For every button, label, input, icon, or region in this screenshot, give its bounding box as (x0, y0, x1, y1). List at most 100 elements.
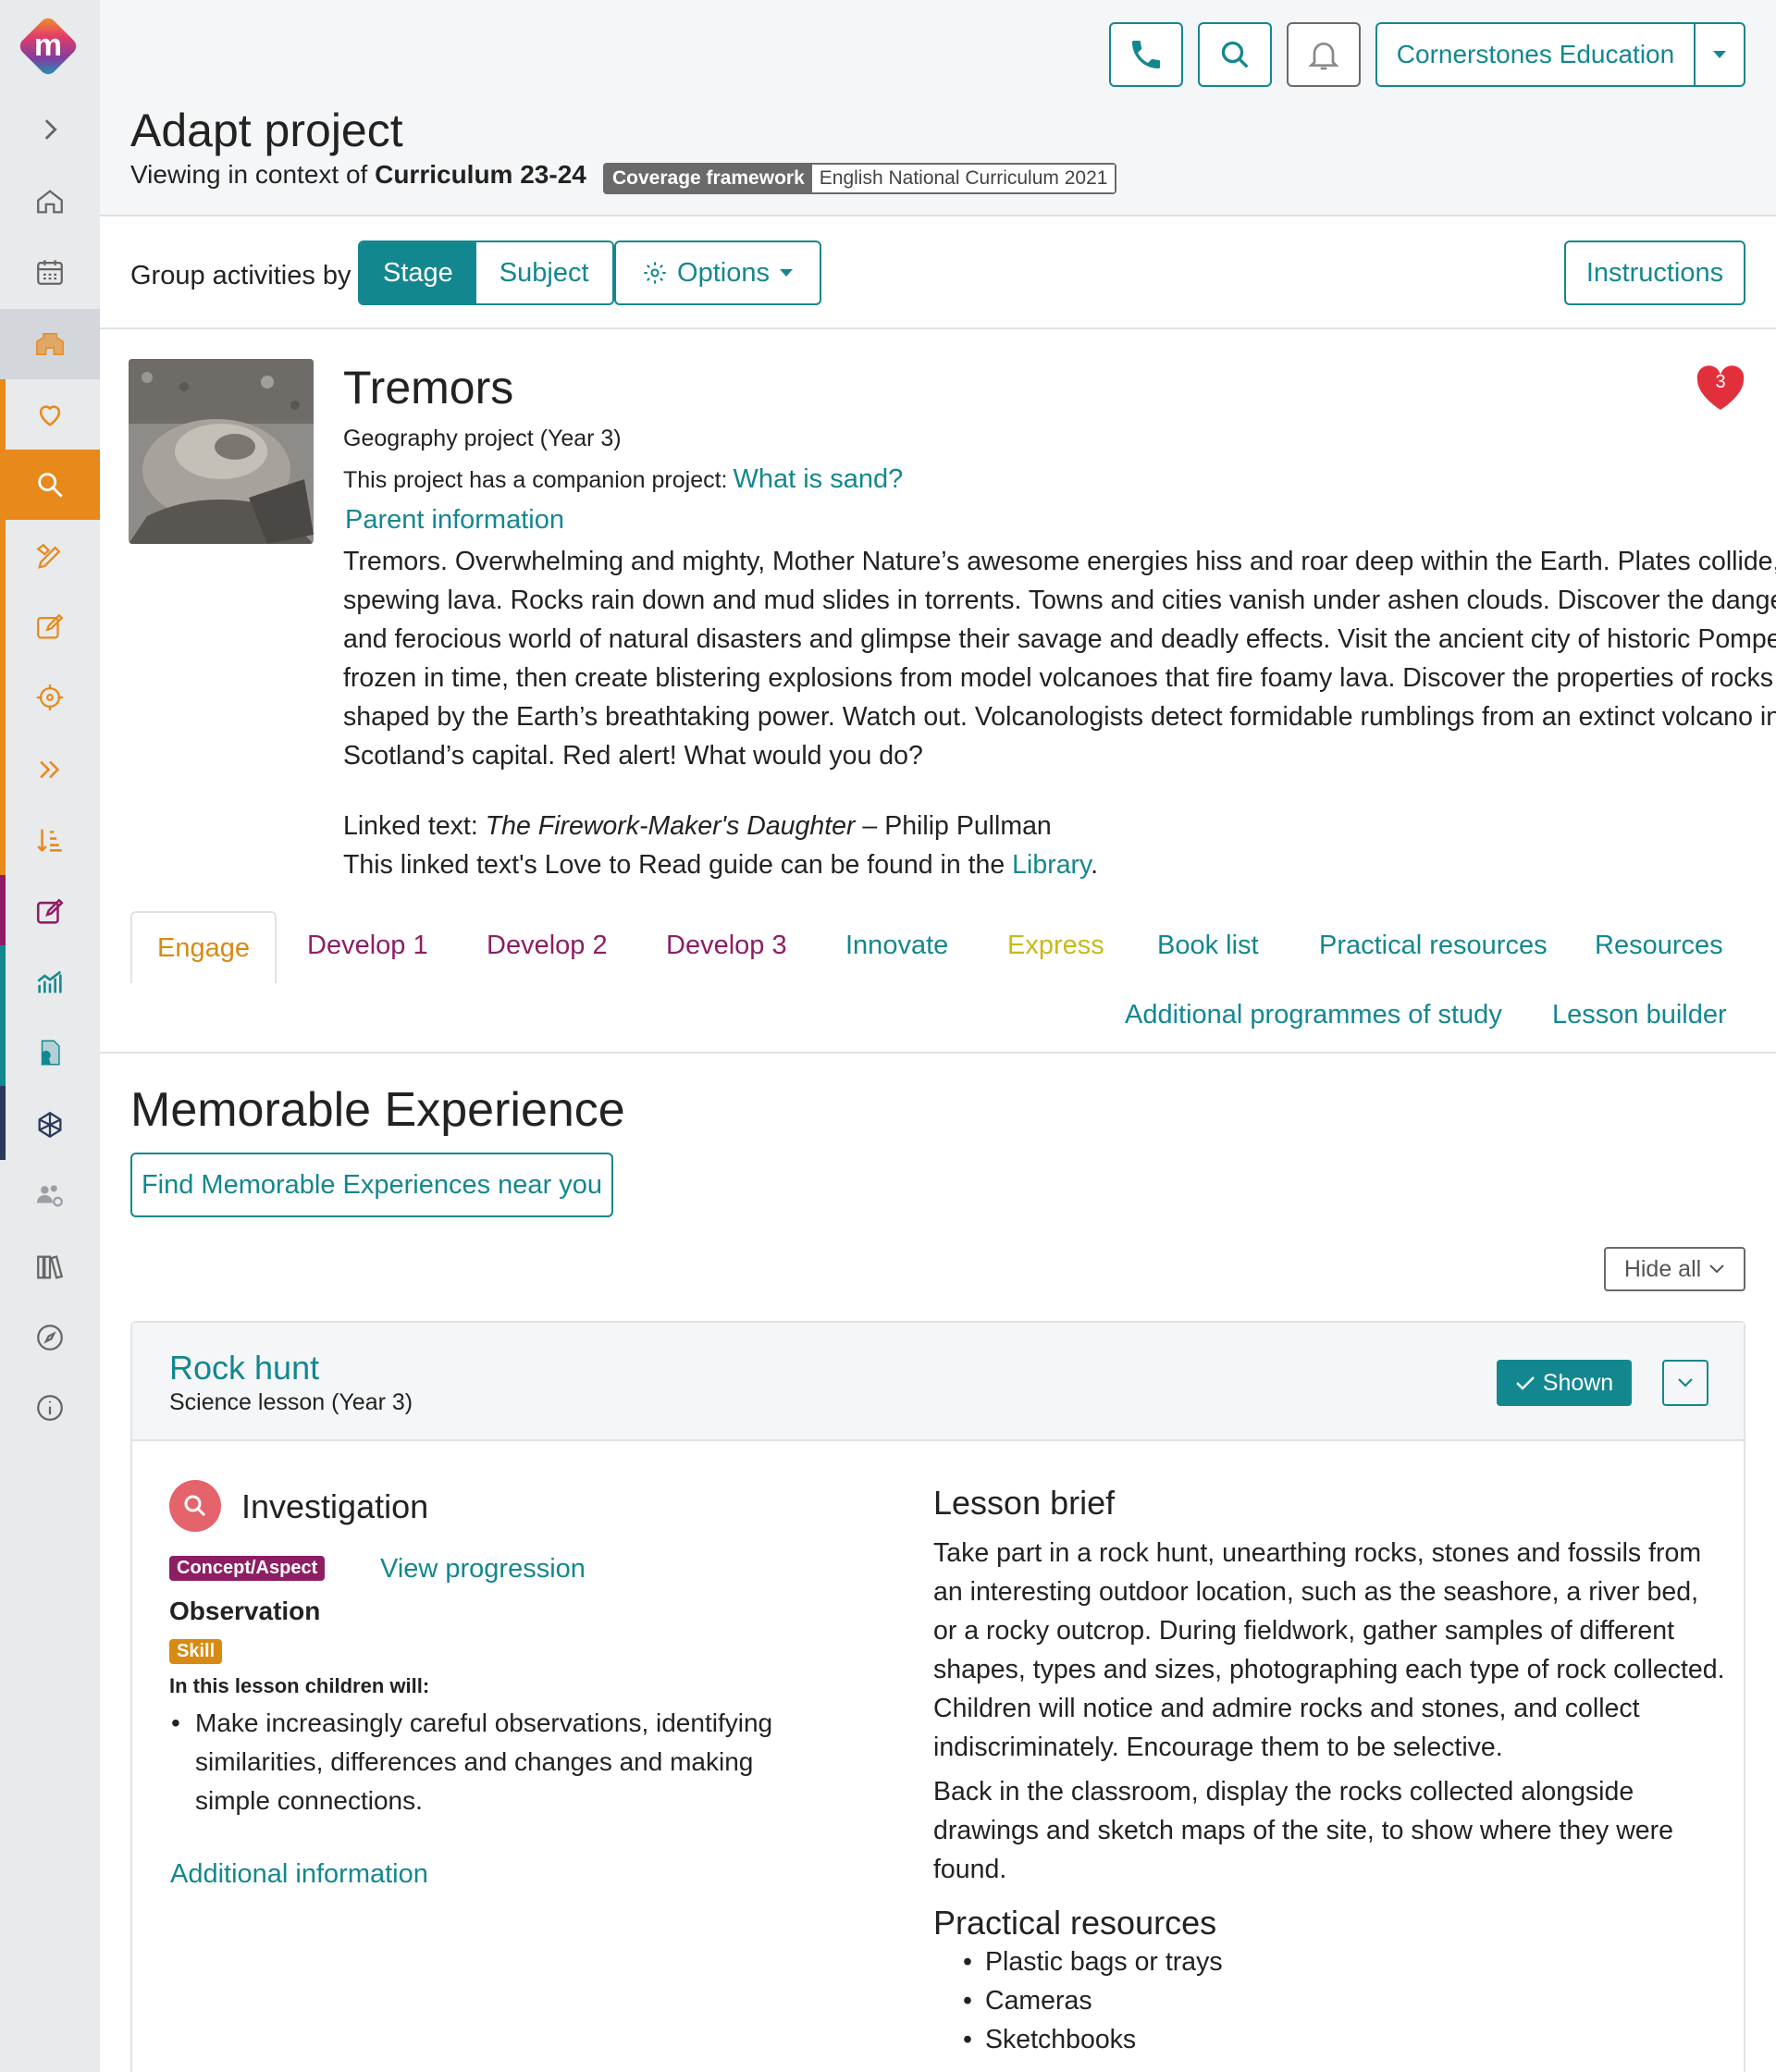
linked-author: – Philip Pullman (862, 811, 1052, 841)
heart-icon (39, 405, 61, 426)
sidebar-item-explore[interactable] (0, 1302, 100, 1373)
chevron-down-icon (1678, 1378, 1693, 1388)
school-icon (36, 332, 64, 356)
objectives-heading: In this lesson children will: (169, 1674, 430, 1697)
list-item: Cameras (963, 1981, 1223, 2020)
school-selector[interactable]: Cornerstones Education (1375, 22, 1745, 87)
school-dropdown-toggle[interactable] (1696, 24, 1744, 85)
options-button[interactable]: Options (614, 240, 821, 305)
linked-title: The Firework-Maker's Daughter (485, 811, 856, 841)
project-thumbnail (129, 359, 314, 544)
lesson-brief-heading: Lesson brief (933, 1484, 1116, 1522)
chart-icon (37, 970, 62, 993)
lesson-subtitle: Science lesson (Year 3) (169, 1389, 413, 1415)
practical-resources-heading: Practical resources (933, 1904, 1217, 1942)
tab-book-list[interactable]: Book list (1157, 931, 1259, 961)
context-prefix: Viewing in context of (130, 160, 368, 189)
group-by-subject-button[interactable]: Subject (475, 242, 612, 303)
tab-resources[interactable]: Resources (1595, 931, 1723, 961)
notifications-button[interactable] (1287, 22, 1361, 87)
sidebar-item-sort[interactable] (0, 805, 100, 875)
search-button[interactable] (1198, 22, 1272, 87)
certificate-icon (41, 1040, 60, 1066)
phone-button[interactable] (1109, 22, 1183, 87)
sidebar-item-reports[interactable] (0, 947, 100, 1018)
expand-lesson-button[interactable] (1662, 1360, 1708, 1406)
divider (100, 327, 1776, 329)
guide-line: This linked text's Love to Read guide ca… (343, 845, 1098, 884)
library-link[interactable]: Library (1012, 850, 1091, 880)
companion-project: This project has a companion project: Wha… (343, 464, 903, 495)
find-experiences-button[interactable]: Find Memorable Experiences near you (130, 1153, 613, 1217)
tabs-divider (100, 1052, 1776, 1054)
favourite-count: 3 (1715, 372, 1726, 392)
sidebar-item-library[interactable] (0, 1232, 100, 1302)
group-by-toggle: Stage Subject (358, 240, 614, 305)
logo-icon[interactable]: m (15, 13, 81, 80)
practical-resources-list: Plastic bags or trays Cameras Sketchbook… (963, 1942, 1223, 2059)
project-description: Tremors. Overwhelming and mighty, Mother… (343, 547, 1776, 771)
search-icon (184, 1495, 206, 1517)
sidebar-item-progress[interactable] (0, 734, 100, 805)
shown-toggle-button[interactable]: Shown (1497, 1360, 1632, 1406)
search-icon (38, 473, 63, 498)
tab-lesson-builder[interactable]: Lesson builder (1552, 1000, 1727, 1030)
tab-practical-resources[interactable]: Practical resources (1319, 931, 1548, 961)
list-item: Make increasingly careful observations, … (169, 1704, 780, 1820)
concept-badge: Concept/Aspect (169, 1556, 326, 1581)
fast-forward-icon (40, 760, 60, 779)
tab-express[interactable]: Express (1007, 931, 1104, 961)
school-name[interactable]: Cornerstones Education (1377, 24, 1696, 85)
sidebar-item-school[interactable] (0, 309, 100, 379)
sidebar-item-certificate[interactable] (0, 1018, 100, 1088)
coverage-key: Coverage framework (605, 165, 812, 192)
companion-project-link[interactable]: What is sand? (734, 464, 904, 494)
tab-additional-programmes[interactable]: Additional programmes of study (1125, 1000, 1502, 1030)
sidebar-item-favourites[interactable] (0, 379, 100, 450)
library-icon (37, 1255, 64, 1279)
sidebar-item-design[interactable] (0, 522, 100, 592)
view-progression-link[interactable]: View progression (380, 1554, 586, 1585)
target-icon (36, 684, 64, 711)
lesson-title-link[interactable]: Rock hunt (169, 1349, 319, 1388)
additional-information-link[interactable]: Additional information (170, 1859, 428, 1890)
tab-engage[interactable]: Engage (130, 911, 277, 983)
search-icon (1221, 41, 1249, 68)
lesson-card-header: Rock hunt Science lesson (Year 3) Shown (132, 1323, 1744, 1441)
caret-down-icon (779, 269, 793, 277)
sort-icon (37, 829, 62, 853)
sidebar-item-users[interactable] (0, 1160, 100, 1230)
shown-label: Shown (1542, 1369, 1614, 1396)
sidebar-expand[interactable] (0, 94, 100, 165)
guide-prefix: This linked text's Love to Read guide ca… (343, 850, 1005, 880)
options-label: Options (677, 257, 770, 288)
chevron-down-icon (1709, 1264, 1724, 1274)
home-icon (37, 190, 63, 214)
hide-all-button[interactable]: Hide all (1604, 1247, 1745, 1291)
tab-develop-3[interactable]: Develop 3 (666, 931, 787, 961)
favourite-button[interactable]: 3 (1693, 361, 1748, 413)
caret-down-icon (1713, 51, 1726, 58)
sidebar-item-home[interactable] (0, 166, 100, 237)
users-settings-icon (36, 1185, 63, 1207)
sidebar-item-info[interactable] (0, 1373, 100, 1443)
lesson-brief-paragraph: Take part in a rock hunt, unearthing roc… (933, 1538, 1725, 1762)
sidebar-item-target[interactable] (0, 662, 100, 733)
tab-develop-1[interactable]: Develop 1 (307, 931, 428, 961)
tab-innovate[interactable]: Innovate (845, 931, 948, 961)
instructions-button[interactable]: Instructions (1564, 240, 1745, 305)
sidebar-item-assess[interactable] (0, 877, 100, 947)
tab-develop-2[interactable]: Develop 2 (487, 931, 608, 961)
sidebar: m (0, 0, 100, 2072)
sidebar-item-network[interactable] (0, 1090, 100, 1160)
sidebar-item-search[interactable] (0, 450, 100, 520)
group-by-stage-button[interactable]: Stage (360, 242, 476, 303)
compass-icon (37, 1325, 63, 1350)
edit-square-icon (36, 898, 64, 924)
coverage-value: English National Curriculum 2021 (811, 165, 1116, 192)
lesson-card: Rock hunt Science lesson (Year 3) Shown … (130, 1321, 1745, 2072)
sidebar-item-edit[interactable] (0, 592, 100, 662)
skill-badge: Skill (169, 1639, 223, 1664)
sidebar-item-calendar[interactable] (0, 237, 100, 307)
parent-information-link[interactable]: Parent information (345, 505, 564, 536)
